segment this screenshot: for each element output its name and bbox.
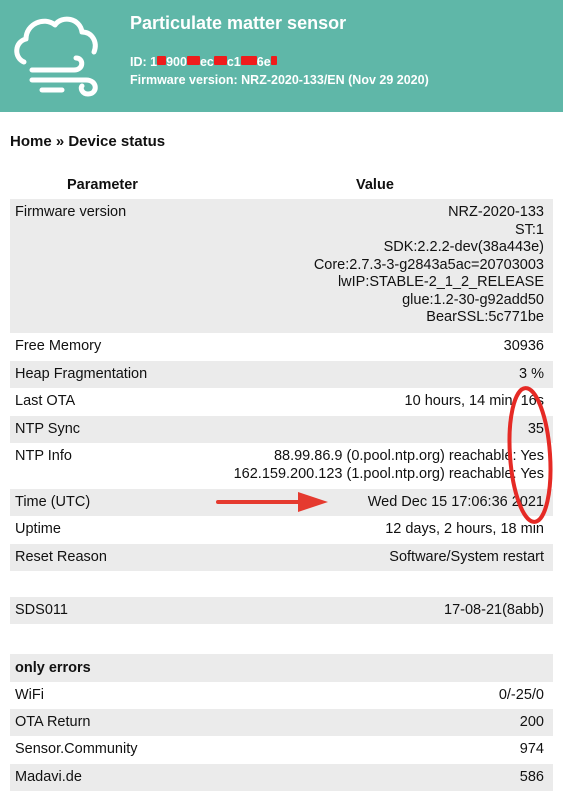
row-value: 35 xyxy=(527,421,544,437)
device-title: Particulate matter sensor xyxy=(130,13,347,33)
row-value: 974 xyxy=(519,741,544,757)
row-label: NTP Sync xyxy=(15,421,81,437)
row-label: Heap Fragmentation xyxy=(15,366,148,382)
table-row: WiFi 0/-25/0 xyxy=(10,682,553,709)
row-value: Software/System restart xyxy=(389,549,544,565)
row-value: 10 hours, 14 min, 16s xyxy=(404,393,544,409)
row-value: 0/-25/0 xyxy=(498,687,544,703)
table-row: NTP Sync 35 xyxy=(10,416,553,443)
row-label: Sensor.Community xyxy=(15,741,138,757)
table-row: Firmware version NRZ-2020-133 ST:1 SDK:2… xyxy=(10,199,553,333)
row-label: Time (UTC) xyxy=(15,494,91,510)
row-label: Madavi.de xyxy=(15,769,82,785)
row-label: Firmware version xyxy=(15,204,127,220)
row-value: 17-08-21(8abb) xyxy=(444,602,544,618)
errors-section-header: only errors xyxy=(10,654,553,682)
table-row: NTP Info 88.99.86.9 (0.pool.ntp.org) rea… xyxy=(10,443,553,489)
row-value: 30936 xyxy=(503,338,544,354)
table-row: Reset Reason Software/System restart xyxy=(10,544,553,571)
table-row: Uptime 12 days, 2 hours, 18 min xyxy=(10,516,553,544)
row-label: Uptime xyxy=(15,521,61,537)
row-value: 12 days, 2 hours, 18 min xyxy=(385,521,544,537)
table-row: Sensor.Community 974 xyxy=(10,736,553,764)
row-label: SDS011 xyxy=(15,602,68,618)
row-value: 200 xyxy=(519,714,544,730)
table-row: SDS011 17-08-21(8abb) xyxy=(10,597,553,624)
column-header-parameter: Parameter xyxy=(67,177,138,193)
row-label: Last OTA xyxy=(15,393,76,409)
column-header-value: Value xyxy=(356,177,394,193)
row-label: OTA Return xyxy=(15,714,91,730)
row-value: NRZ-2020-133 ST:1 SDK:2.2.2-dev(38a443e)… xyxy=(313,204,544,325)
row-value: 3 % xyxy=(519,366,544,382)
row-label: Free Memory xyxy=(15,338,102,354)
table-row xyxy=(10,791,553,800)
firmware-version-header: Firmware version: NRZ-2020-133/EN (Nov 2… xyxy=(130,73,429,87)
breadcrumb: Home » Device status xyxy=(10,133,166,150)
device-id: ID: 1 900 ec c1 6e xyxy=(130,55,277,69)
table-row: Madavi.de 586 xyxy=(10,764,553,791)
row-label: WiFi xyxy=(15,687,44,703)
table-row: Time (UTC) Wed Dec 15 17:06:36 2021 xyxy=(10,489,553,516)
table-row: OTA Return 200 xyxy=(10,709,553,736)
app-header: Particulate matter sensor ID: 1 900 ec c1 6e… xyxy=(0,0,563,112)
table-row: Free Memory 30936 xyxy=(10,333,553,361)
table-row: Heap Fragmentation 3 % xyxy=(10,361,553,388)
row-label: Reset Reason xyxy=(15,549,107,565)
row-value: 586 xyxy=(519,769,544,785)
row-value: 88.99.86.9 (0.pool.ntp.org) reachable: Y… xyxy=(233,448,544,482)
row-label: NTP Info xyxy=(15,448,72,464)
table-row: Last OTA 10 hours, 14 min, 16s xyxy=(10,388,553,416)
cloud-wind-icon xyxy=(14,16,98,97)
row-value: Wed Dec 15 17:06:36 2021 xyxy=(367,494,544,510)
